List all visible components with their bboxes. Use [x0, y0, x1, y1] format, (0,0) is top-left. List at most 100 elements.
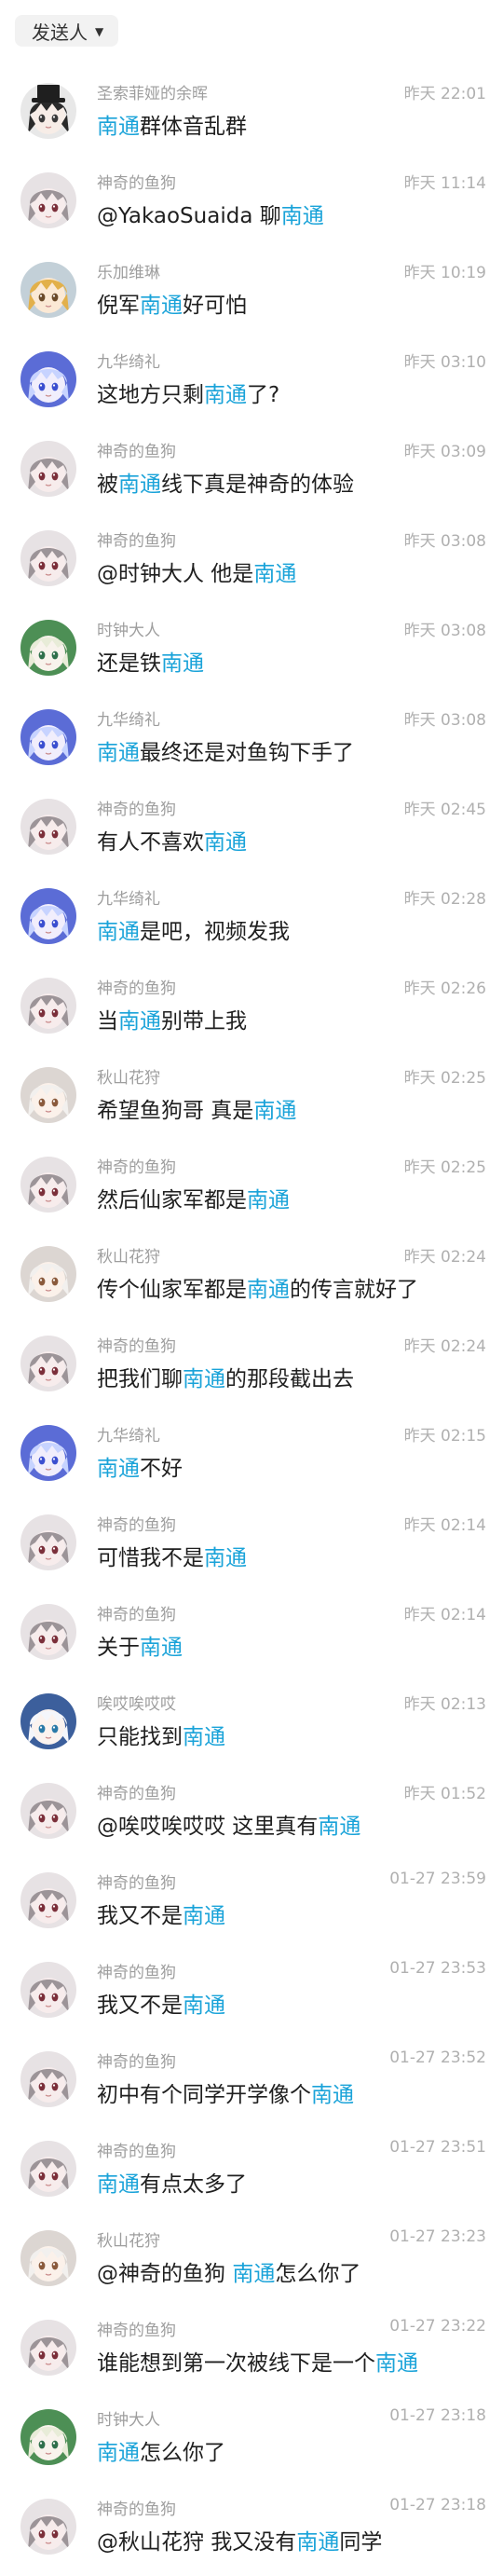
keyword-highlight: 南通 [97, 2172, 140, 2197]
avatar[interactable] [20, 83, 76, 139]
message-item[interactable]: 神奇的鱼狗 昨天 02:24 把我们聊南通的那段截出去 [0, 1316, 503, 1405]
avatar[interactable] [20, 620, 76, 676]
message-text: @时钟大人 他是南通 [97, 555, 296, 587]
message-item[interactable]: 九华绮礼 昨天 03:10 这地方只剩南通了? [0, 332, 503, 421]
avatar[interactable] [20, 2051, 76, 2107]
message-text: 我又不是南通 [97, 1898, 225, 1929]
message-time: 昨天 02:45 [403, 801, 486, 819]
message-item[interactable]: 神奇的鱼狗 01-27 23:22 谁能想到第一次被线下是一个南通 [0, 2300, 503, 2390]
message-item[interactable]: 神奇的鱼狗 昨天 02:45 有人不喜欢南通 [0, 779, 503, 869]
avatar[interactable] [20, 1067, 76, 1123]
caret-down-icon: ▼ [95, 25, 104, 38]
message-item[interactable]: 唉哎唉哎哎 昨天 02:13 只能找到南通 [0, 1674, 503, 1763]
message-item[interactable]: 神奇的鱼狗 01-27 23:51 南通有点太多了 [0, 2121, 503, 2211]
avatar[interactable] [20, 351, 76, 407]
keyword-highlight: 南通 [375, 2351, 418, 2376]
message-time: 昨天 02:14 [403, 1606, 486, 1624]
avatar[interactable] [20, 1872, 76, 1928]
message-item[interactable]: 神奇的鱼狗 昨天 02:25 然后仙家军都是南通 [0, 1137, 503, 1226]
message-time: 昨天 02:26 [403, 980, 486, 998]
message-time: 01-27 23:53 [389, 1959, 486, 1978]
message-item[interactable]: 神奇的鱼狗 昨天 03:08 @时钟大人 他是南通 [0, 511, 503, 600]
message-text-fragment: 线下真是神奇的体验 [161, 473, 354, 497]
avatar[interactable] [20, 709, 76, 765]
avatar[interactable] [20, 1157, 76, 1213]
avatar[interactable] [20, 978, 76, 1034]
message-item[interactable]: 九华绮礼 昨天 03:08 南通最终还是对鱼钩下手了 [0, 690, 503, 779]
avatar[interactable] [20, 888, 76, 944]
message-time: 昨天 02:25 [403, 1069, 486, 1088]
message-item[interactable]: 神奇的鱼狗 昨天 02:14 可惜我不是南通 [0, 1495, 503, 1584]
avatar[interactable] [20, 1246, 76, 1302]
sender-name: 神奇的鱼狗 [97, 174, 176, 193]
sender-name: 神奇的鱼狗 [97, 980, 176, 998]
sender-name: 时钟大人 [97, 622, 160, 640]
sender-name: 秋山花狩 [97, 2232, 160, 2251]
message-time: 01-27 23:51 [389, 2138, 486, 2157]
sender-filter-button[interactable]: 发送人 ▼ [15, 15, 119, 47]
message-item[interactable]: 神奇的鱼狗 昨天 11:14 @YakaoSuaida 聊南通 [0, 153, 503, 242]
message-item[interactable]: 秋山花狩 昨天 02:25 希望鱼狗哥 真是南通 [0, 1048, 503, 1137]
message-time: 昨天 02:13 [403, 1695, 486, 1714]
avatar[interactable] [20, 1514, 76, 1570]
avatar[interactable] [20, 1425, 76, 1481]
message-time: 昨天 11:14 [403, 174, 486, 193]
sender-name: 神奇的鱼狗 [97, 801, 176, 819]
message-time: 昨天 03:09 [403, 443, 486, 461]
message-text: 还是铁南通 [97, 645, 204, 677]
message-text: 然后仙家军都是南通 [97, 1182, 290, 1213]
avatar[interactable] [20, 2141, 76, 2197]
message-item[interactable]: 九华绮礼 昨天 02:15 南通不好 [0, 1405, 503, 1495]
message-item[interactable]: 神奇的鱼狗 昨天 02:26 当南通别带上我 [0, 958, 503, 1048]
message-item[interactable]: 神奇的鱼狗 01-27 23:18 @秋山花狩 我又没有南通同学 [0, 2479, 503, 2569]
message-item[interactable]: 时钟大人 昨天 03:08 还是铁南通 [0, 600, 503, 690]
message-text: 南通最终还是对鱼钩下手了 [97, 734, 354, 766]
message-item[interactable]: 神奇的鱼狗 昨天 01:52 @唉哎唉哎哎 这里真有南通 [0, 1763, 503, 1853]
message-text-fragment: 怎么你了 [140, 2441, 225, 2465]
message-item[interactable]: 九华绮礼 昨天 02:28 南通是吧，视频发我 [0, 869, 503, 958]
message-item[interactable]: 神奇的鱼狗 昨天 03:09 被南通线下真是神奇的体验 [0, 421, 503, 511]
message-item[interactable]: 神奇的鱼狗 01-27 23:59 我又不是南通 [0, 1853, 503, 1942]
filter-bar: 发送人 ▼ [0, 0, 503, 60]
avatar[interactable] [20, 172, 76, 228]
avatar[interactable] [20, 1962, 76, 2018]
message-item[interactable]: 乐加维琳 昨天 10:19 倪军南通好可怕 [0, 242, 503, 332]
keyword-highlight: 南通 [97, 1457, 140, 1481]
message-item[interactable]: 秋山花狩 昨天 02:24 传个仙家军都是南通的传言就好了 [0, 1226, 503, 1316]
message-text: @唉哎唉哎哎 这里真有南通 [97, 1808, 360, 1840]
message-time: 昨天 02:24 [403, 1248, 486, 1267]
message-text-fragment: 的传言就好了 [290, 1278, 418, 1302]
message-item[interactable]: 神奇的鱼狗 01-27 23:53 我又不是南通 [0, 1942, 503, 2032]
avatar[interactable] [20, 262, 76, 318]
message-text-fragment: 然后仙家军都是 [97, 1188, 247, 1213]
message-text: 被南通线下真是神奇的体验 [97, 466, 354, 498]
avatar[interactable] [20, 1693, 76, 1749]
avatar[interactable] [20, 441, 76, 497]
keyword-highlight: 南通 [97, 920, 140, 944]
message-item[interactable]: 时钟大人 01-27 23:18 南通怎么你了 [0, 2390, 503, 2479]
sender-name: 神奇的鱼狗 [97, 2322, 176, 2340]
message-item[interactable]: 神奇的鱼狗 昨天 02:14 关于南通 [0, 1584, 503, 1674]
message-text-fragment: 同学 [339, 2530, 383, 2555]
avatar[interactable] [20, 2320, 76, 2376]
avatar[interactable] [20, 530, 76, 586]
message-text: 可惜我不是南通 [97, 1540, 247, 1571]
keyword-highlight: 南通 [97, 115, 140, 139]
message-item[interactable]: 神奇的鱼狗 01-27 23:52 初中有个同学开学像个南通 [0, 2032, 503, 2121]
message-text-fragment: 我又不是 [97, 1994, 183, 2018]
avatar[interactable] [20, 2409, 76, 2465]
message-item[interactable]: 圣索菲娅的余晖 昨天 22:01 南通群体音乱群 [0, 63, 503, 153]
message-text: 南通群体音乱群 [97, 108, 247, 140]
sender-name: 九华绮礼 [97, 711, 160, 730]
avatar[interactable] [20, 2230, 76, 2286]
message-item[interactable]: 秋山花狩 01-27 23:23 @神奇的鱼狗 南通怎么你了 [0, 2211, 503, 2300]
keyword-highlight: 南通 [183, 1725, 225, 1749]
message-text: 谁能想到第一次被线下是一个南通 [97, 2345, 418, 2377]
avatar[interactable] [20, 1604, 76, 1660]
avatar[interactable] [20, 1336, 76, 1391]
avatar[interactable] [20, 799, 76, 855]
message-text: 南通是吧，视频发我 [97, 913, 290, 945]
avatar[interactable] [20, 1783, 76, 1839]
avatar[interactable] [20, 2499, 76, 2555]
sender-name: 九华绮礼 [97, 1427, 160, 1446]
